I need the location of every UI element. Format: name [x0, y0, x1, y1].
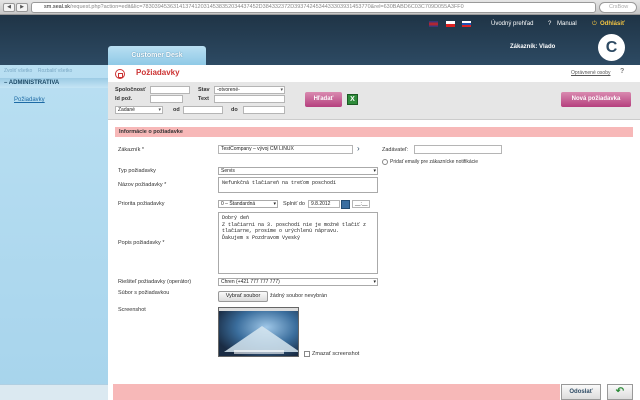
home-link[interactable]: Úvodný prehľad — [491, 21, 533, 27]
sidebar-footer — [0, 384, 108, 400]
logout-icon: ⏻ — [592, 21, 597, 27]
description-textarea[interactable]: Dobrý deň Z tlačiarni na 3. poschodí nie… — [218, 212, 378, 274]
sidebar-item-poziadavky[interactable]: Požiadavky — [14, 97, 45, 103]
request-id-input[interactable] — [150, 95, 183, 103]
submitter-label: Zadávateľ: — [382, 147, 409, 153]
request-id-label: Id pož. — [115, 96, 133, 102]
logout-link[interactable]: Odhlásiť — [600, 21, 625, 27]
new-request-button[interactable]: Nová požiadavka — [561, 92, 631, 107]
customer-label: Zákazník * — [118, 147, 144, 153]
customer-input[interactable]: TestCompany – vývoj CM LINUX — [218, 145, 353, 154]
sidebar-section-administrativa[interactable]: – ADMINISTRATIVA — [0, 78, 108, 88]
sidebar: Zvoliť všetko Rozbaliť všetko – ADMINIST… — [0, 65, 108, 400]
to-label: do — [231, 107, 238, 113]
search-button[interactable]: Hľadať — [305, 92, 342, 107]
app-header — [0, 15, 640, 65]
choose-file-button[interactable]: Vybrať soubor — [218, 291, 268, 302]
priority-select[interactable]: 0 – Štandardná — [218, 200, 278, 208]
url-path: /request.php?action=edit&lic=78303945363… — [69, 4, 464, 10]
tab-customer-desk[interactable]: Customer Desk — [108, 46, 206, 65]
collapse-all-link[interactable]: Rozbaliť všetko — [38, 68, 72, 74]
date-from-input[interactable] — [183, 106, 223, 114]
form-section-header: Informácie o požiadavke — [115, 127, 633, 137]
back-icon[interactable]: ◀ — [3, 3, 15, 12]
browser-toolbar: ◀ ▶ sm.seal.sk/request.php?action=edit&l… — [0, 0, 640, 15]
page-header — [108, 65, 640, 82]
type-select[interactable]: Servis — [218, 167, 378, 175]
priority-label: Priorita požiadavky — [118, 201, 165, 207]
date-to-input[interactable] — [243, 106, 285, 114]
company-label: Spoločnosť — [115, 87, 146, 93]
file-status-text: žádný soubor nevybrán — [270, 293, 328, 299]
url-host: sm.seal.sk — [44, 4, 70, 10]
submitter-input[interactable] — [414, 145, 502, 154]
send-button[interactable]: Odoslať — [561, 384, 601, 400]
status-label: Stav — [198, 87, 210, 93]
company-input[interactable] — [150, 86, 190, 94]
text-input[interactable] — [214, 95, 285, 103]
expand-all-link[interactable]: Zvoliť všetko — [4, 68, 32, 74]
info-icon: ? — [548, 21, 552, 27]
excel-export-icon[interactable]: X — [347, 94, 358, 105]
title-textarea[interactable]: Nefunkčná tlačiareň na treťom poschodí — [218, 177, 378, 193]
due-label: Splniť do — [283, 201, 305, 207]
app-window: ◀ ▶ sm.seal.sk/request.php?action=edit&l… — [0, 0, 640, 400]
title-label: Názov požiadavky * — [118, 182, 167, 188]
authorized-persons-link[interactable]: Oprávnené osoby — [571, 70, 610, 76]
chevron-right-icon[interactable]: › — [357, 145, 360, 153]
back-arrow-icon[interactable]: ↶ — [607, 384, 633, 400]
thumb-mountain — [224, 326, 298, 352]
help-icon[interactable]: ? — [620, 68, 624, 75]
description-label: Popis požiadavky * — [118, 240, 165, 246]
calendar-icon[interactable] — [341, 200, 350, 209]
email-notify-radio[interactable] — [382, 159, 388, 165]
email-notify-label: Pridať emaily pre zákaznícke notifikácie — [390, 159, 479, 165]
thumb-menubar — [219, 308, 298, 311]
manual-link[interactable]: Manual — [557, 21, 577, 27]
screenshot-label: Screenshot — [118, 307, 146, 313]
remove-screenshot-checkbox[interactable] — [304, 351, 310, 357]
due-time-input[interactable]: __:__ — [352, 200, 370, 208]
text-label: Text — [198, 96, 209, 102]
uk-flag-icon[interactable] — [429, 21, 438, 27]
customer-name: Zákazník: Vlado — [510, 44, 556, 50]
file-label: Súbor s požiadavkou — [118, 290, 170, 296]
browser-search-input[interactable]: CrsBow — [599, 2, 637, 13]
sk-flag-icon[interactable] — [462, 21, 471, 27]
status-select[interactable]: -otvorené- — [214, 86, 285, 94]
cz-flag-icon[interactable] — [446, 21, 455, 27]
page-title: Požiadavky — [136, 68, 180, 77]
address-bar[interactable]: sm.seal.sk/request.php?action=edit&lic=7… — [31, 2, 596, 13]
request-icon — [115, 69, 125, 79]
footer-bar — [113, 384, 560, 400]
assignee-select[interactable]: Chren (+421 777 777 777) — [218, 278, 378, 286]
date-type-select[interactable]: Zadané — [115, 106, 163, 114]
due-date-input[interactable]: 9.8.2012 — [308, 200, 340, 208]
sidebar-toggle-row: Zvoliť všetko Rozbaliť všetko — [4, 68, 72, 74]
thumb-dock — [234, 350, 284, 354]
assignee-label: Riešiteľ požiadavky (operátor) — [118, 279, 192, 285]
screenshot-thumbnail[interactable] — [218, 307, 299, 357]
sidebar-section-label: ADMINISTRATIVA — [8, 80, 60, 86]
from-label: od — [173, 107, 180, 113]
brand-logo: C — [598, 34, 625, 61]
type-label: Typ požiadavky — [118, 168, 156, 174]
remove-screenshot-label: Zmazať screenshot — [312, 351, 360, 357]
forward-icon[interactable]: ▶ — [16, 3, 28, 12]
